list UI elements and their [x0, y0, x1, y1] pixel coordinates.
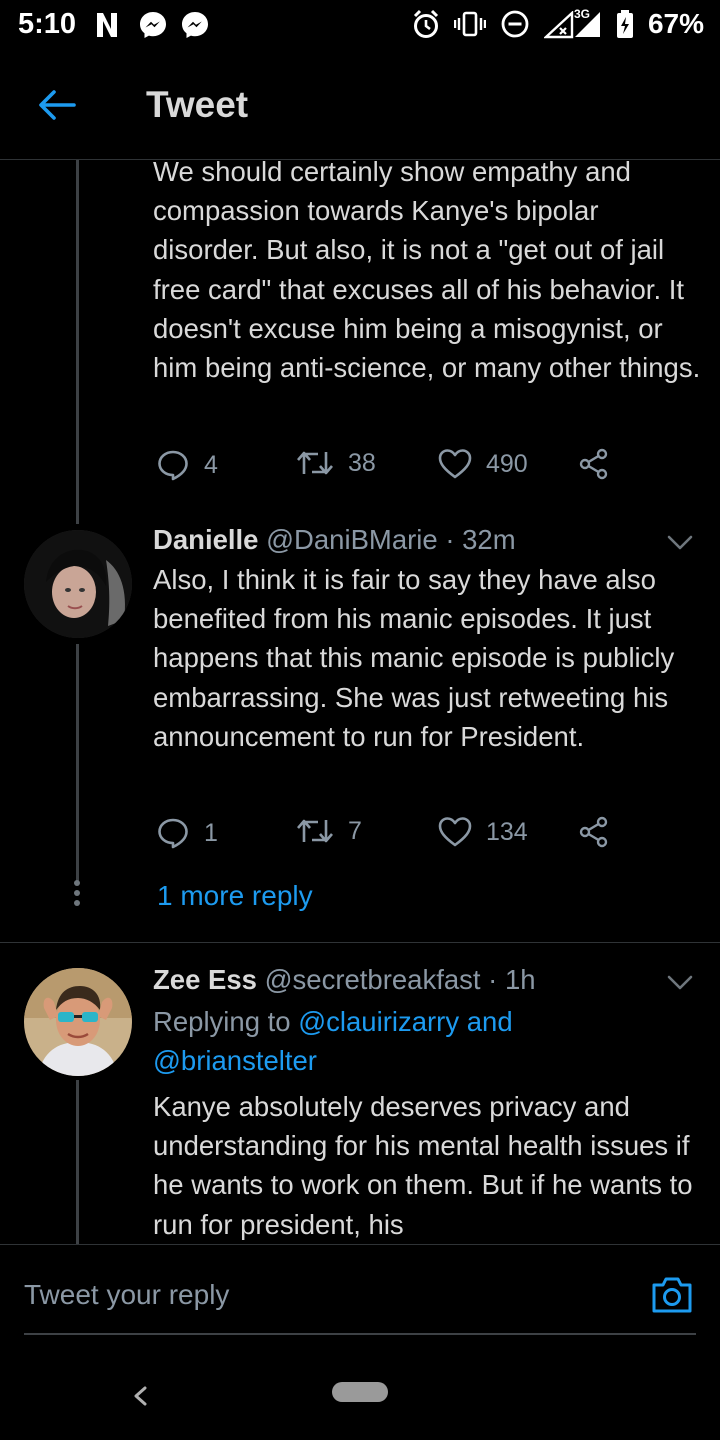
camera-icon[interactable]: [650, 1275, 694, 1315]
share-button[interactable]: [578, 448, 610, 480]
retweet-button[interactable]: 38: [296, 448, 376, 478]
share-icon: [579, 816, 608, 848]
author-name[interactable]: Zee Ess: [153, 964, 257, 995]
like-count: 490: [486, 449, 528, 478]
avatar-image: [24, 968, 132, 1076]
reply-icon: [158, 450, 188, 481]
replying-to: Replying to @clauirizarry and @brianstel…: [153, 1002, 673, 1080]
battery-percent: 67%: [647, 8, 704, 39]
reply-count: 4: [204, 450, 218, 479]
tweet-actions: 1 7 134: [156, 816, 626, 856]
signal-icon: [543, 11, 574, 39]
nav-back-icon[interactable]: [128, 1378, 150, 1414]
system-nav-bar: [0, 1354, 720, 1440]
do-not-disturb-icon: [501, 10, 529, 38]
app-header: Tweet: [0, 52, 720, 160]
more-replies-link[interactable]: 1 more reply: [157, 880, 313, 912]
retweet-count: 38: [348, 448, 376, 477]
reply-button[interactable]: 4: [156, 448, 218, 482]
retweet-button[interactable]: 7: [296, 816, 362, 846]
avatar-image: [24, 530, 132, 638]
retweet-count: 7: [348, 816, 362, 845]
chevron-down-icon[interactable]: [666, 528, 694, 556]
reply-composer: Tweet your reply: [0, 1244, 720, 1354]
more-replies-dots: [73, 880, 81, 910]
network-type: 3G: [573, 7, 590, 21]
status-time: 5:10: [18, 8, 77, 40]
netflix-icon: [97, 13, 117, 37]
status-right: 3G 67%: [412, 7, 704, 40]
share-button[interactable]: [578, 816, 610, 848]
retweet-icon: [297, 451, 333, 475]
thread-line: [76, 160, 79, 524]
reply-button[interactable]: 1: [156, 816, 218, 850]
thread-line: [76, 1080, 79, 1244]
avatar[interactable]: [24, 968, 132, 1076]
reply-input-underline: [24, 1333, 696, 1335]
avatar[interactable]: [24, 530, 132, 638]
tweet-header: Zee Ess @secretbreakfast · 1h: [153, 962, 536, 998]
chevron-down-icon[interactable]: [666, 968, 694, 996]
battery-charging-icon: [616, 10, 633, 38]
back-arrow-icon[interactable]: [34, 82, 80, 128]
tweet-text: Kanye absolutely deserves privacy and un…: [153, 1091, 693, 1240]
alarm-icon: [413, 9, 439, 38]
heart-icon: [438, 449, 472, 479]
share-icon: [579, 448, 608, 480]
signal-group: 3G: [543, 7, 602, 39]
tweet-text: We should certainly show empathy and com…: [153, 160, 701, 384]
like-button[interactable]: 134: [438, 816, 528, 848]
author-name[interactable]: Danielle: [153, 524, 258, 555]
like-button[interactable]: 490: [438, 448, 528, 480]
retweet-icon: [297, 819, 333, 843]
heart-icon: [438, 817, 472, 847]
page-title: Tweet: [146, 84, 249, 125]
tweet-header: Danielle @DaniBMarie · 32m: [153, 522, 516, 558]
tweet-actions: 4 38 490: [156, 448, 626, 488]
tweet-thread[interactable]: We should certainly show empathy and com…: [0, 160, 720, 1244]
reply-icon: [158, 818, 188, 849]
messenger-icon: [182, 12, 208, 38]
messenger-icon: [140, 12, 166, 38]
author-handle: @secretbreakfast · 1h: [264, 964, 536, 995]
thread-line: [76, 644, 79, 884]
home-pill[interactable]: [332, 1382, 388, 1402]
status-bar: 5:10 3G 67%: [0, 0, 720, 52]
divider: [0, 942, 720, 943]
reply-count: 1: [204, 818, 218, 847]
reply-input[interactable]: Tweet your reply: [24, 1279, 229, 1311]
vibrate-icon: [453, 11, 486, 37]
like-count: 134: [486, 817, 528, 846]
replying-to-label: Replying to: [153, 1006, 299, 1037]
tweet-text: Also, I think it is fair to say they hav…: [153, 564, 675, 752]
author-handle: @DaniBMarie · 32m: [266, 524, 516, 555]
